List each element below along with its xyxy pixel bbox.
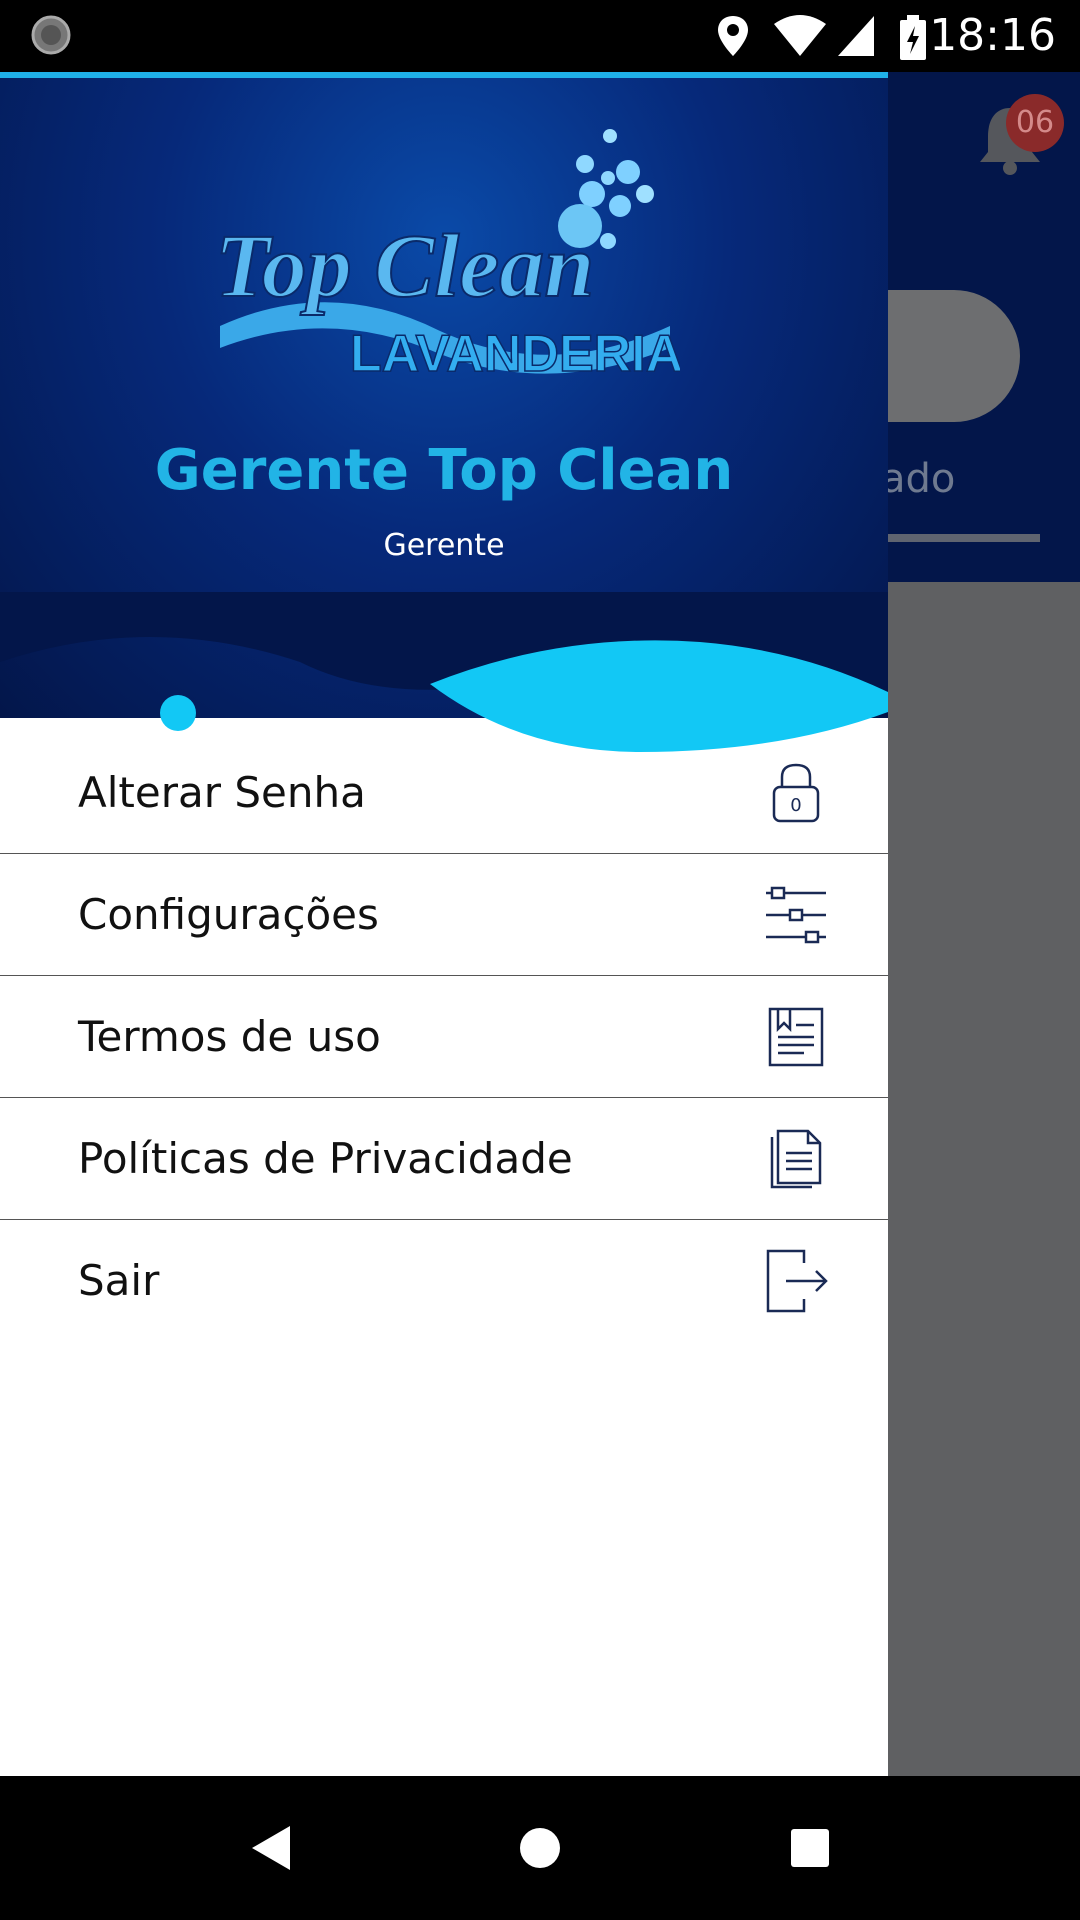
system-navigation-bar [0,1776,1080,1920]
drawer-menu: Alterar Senha 0 Configurações Termos de … [0,732,888,1341]
navigation-drawer: Top Clean LAVANDERIA Gerente Top Clean G… [0,72,888,1776]
back-icon[interactable] [240,1818,300,1878]
document-bookmark-icon [768,1007,824,1066]
lock-icon: 0 [772,763,820,822]
profile-name: Gerente Top Clean [154,438,734,503]
menu-item-politicas-de-privacidade[interactable]: Políticas de Privacidade [0,1098,888,1220]
logout-icon [766,1249,828,1312]
logo-text-top-clean: Top Clean [215,217,594,316]
menu-item-label: Sair [78,1256,160,1305]
menu-item-label: Termos de uso [78,1012,381,1061]
menu-item-configuracoes[interactable]: Configurações [0,854,888,976]
recents-icon[interactable] [780,1818,840,1878]
location-icon [718,16,748,56]
cell-signal-icon [838,16,874,56]
logo-text-lavanderia: LAVANDERIA [350,325,680,383]
profile-role: Gerente [383,528,505,563]
wifi-icon [774,15,826,56]
menu-item-label: Alterar Senha [78,768,366,817]
sliders-icon [766,886,826,943]
notification-badge: 06 [1006,94,1064,152]
sync-indicator-icon [31,15,71,55]
menu-item-sair[interactable]: Sair [0,1220,888,1341]
menu-item-label: Políticas de Privacidade [78,1134,573,1183]
top-clean-logo: Top Clean LAVANDERIA [214,129,680,384]
menu-item-alterar-senha[interactable]: Alterar Senha 0 [0,732,888,854]
status-time: 18:16 [929,10,1056,61]
battery-charging-icon [900,15,926,60]
menu-item-label: Configurações [78,890,379,939]
documents-icon [770,1129,822,1188]
status-bar: 18:16 [0,0,1080,72]
menu-item-termos-de-uso[interactable]: Termos de uso [0,976,888,1098]
home-icon[interactable] [510,1818,570,1878]
svg-text:0: 0 [790,795,801,816]
